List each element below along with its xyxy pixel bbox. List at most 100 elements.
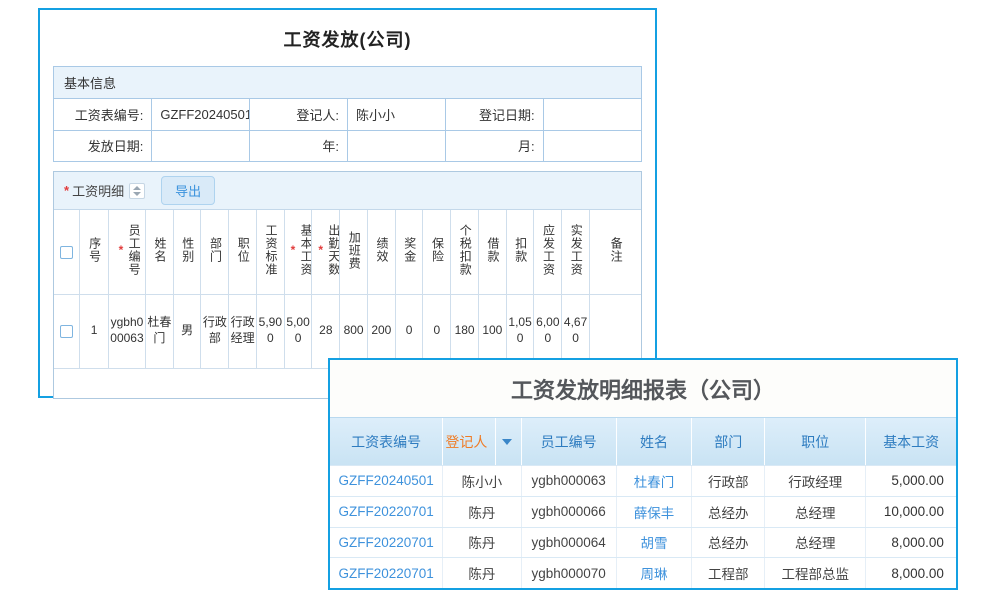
year-field[interactable] (347, 130, 445, 161)
payroll-no-field[interactable]: GZFF20240501 (152, 99, 250, 130)
col-salary-standard: 工资标准 (256, 210, 284, 294)
registrant-cell: 陈丹 (443, 497, 521, 527)
required-mark: * (313, 224, 326, 276)
position-cell: 工程部总监 (765, 558, 866, 588)
employee-name-link[interactable]: 胡雪 (617, 528, 693, 558)
report-row: GZFF20220701 陈丹 ygbh000070 周琳 工程部 工程部总监 … (330, 557, 956, 588)
report-col-name[interactable]: 姓名 (617, 418, 693, 465)
select-all-cell (54, 210, 80, 294)
emp-no-cell: ygbh000066 (522, 497, 617, 527)
register-date-label: 登记日期: (445, 99, 543, 130)
cell-dept: 行政部 (201, 294, 229, 368)
col-insurance: 保险 (423, 210, 451, 294)
report-col-dept[interactable]: 部门 (692, 418, 765, 465)
basic-info-panel: 基本信息 工资表编号: GZFF20240501 登记人: 陈小小 登记日期: … (53, 66, 642, 162)
col-position: 职位 (229, 210, 257, 294)
cell-seq: 1 (80, 294, 109, 368)
report-col-registrant[interactable]: 登记人 (443, 418, 521, 465)
detail-toolbar: * 工资明细 导出 (54, 172, 641, 210)
registrant-cell: 陈丹 (443, 528, 521, 558)
cell-performance: 200 (367, 294, 395, 368)
report-col-position[interactable]: 职位 (765, 418, 866, 465)
cell-tax-deduction: 180 (451, 294, 479, 368)
emp-no-cell: ygbh000063 (522, 466, 617, 496)
payroll-no-link[interactable]: GZFF20220701 (330, 497, 443, 527)
sort-icon[interactable] (129, 183, 145, 199)
base-salary-cell: 8,000.00 (866, 528, 956, 558)
sort-up-icon (133, 186, 141, 190)
cell-insurance: 0 (423, 294, 451, 368)
report-col-base-salary[interactable]: 基本工资 (866, 418, 956, 465)
basic-info-header: 基本信息 (54, 67, 641, 99)
salary-detail-table: 序号 *员工编号 姓名 性别 部门 职位 工资标准 *基本工资 *出勤天数 加班… (54, 210, 641, 369)
registrant-label: 登记人: (250, 99, 348, 130)
report-col-emp-no[interactable]: 员工编号 (522, 418, 617, 465)
payroll-no-label: 工资表编号: (54, 99, 152, 130)
col-tax-deduction: 个税扣款 (451, 210, 479, 294)
col-gender: 性别 (173, 210, 201, 294)
col-bonus: 奖金 (395, 210, 423, 294)
col-remark: 备注 (589, 210, 641, 294)
detail-section-label: 工资明细 (72, 181, 124, 200)
col-loan: 借款 (478, 210, 506, 294)
report-row: GZFF20220701 陈丹 ygbh000064 胡雪 总经办 总经理 8,… (330, 527, 956, 558)
position-cell: 总经理 (765, 528, 866, 558)
window2-title: 工资发放明细报表（公司） (330, 360, 956, 417)
report-row: GZFF20240501 陈小小 ygbh000063 杜春门 行政部 行政经理… (330, 465, 956, 496)
base-salary-cell: 5,000.00 (866, 466, 956, 496)
report-col-payroll-no[interactable]: 工资表编号 (330, 418, 443, 465)
base-salary-cell: 8,000.00 (866, 558, 956, 588)
select-all-checkbox[interactable] (60, 246, 73, 259)
col-seq: 序号 (80, 210, 109, 294)
export-button[interactable]: 导出 (161, 176, 215, 205)
report-body: GZFF20240501 陈小小 ygbh000063 杜春门 行政部 行政经理… (330, 465, 956, 588)
dept-cell: 总经办 (692, 528, 765, 558)
col-overtime-pay: 加班费 (340, 210, 368, 294)
cell-bonus: 0 (395, 294, 423, 368)
employee-name-link[interactable]: 杜春门 (617, 466, 693, 496)
dept-cell: 总经办 (692, 497, 765, 527)
registrant-field[interactable]: 陈小小 (347, 99, 445, 130)
cell-attendance-days: 28 (312, 294, 340, 368)
report-header-row: 工资表编号 登记人 员工编号 姓名 部门 职位 基本工资 (330, 417, 956, 465)
window1-title: 工资发放(公司) (40, 10, 655, 66)
page: 工资发放(公司) 基本信息 工资表编号: GZFF20240501 登记人: 陈… (0, 0, 1000, 600)
col-dept: 部门 (201, 210, 229, 294)
basic-info-table: 工资表编号: GZFF20240501 登记人: 陈小小 登记日期: 发放日期:… (54, 99, 641, 161)
cell-net-pay: 4,670 (562, 294, 590, 368)
position-cell: 总经理 (765, 497, 866, 527)
col-emp-no: *员工编号 (108, 210, 145, 294)
payroll-no-link[interactable]: GZFF20240501 (330, 466, 443, 496)
cell-overtime-pay: 800 (340, 294, 368, 368)
cell-remark (589, 294, 641, 368)
sort-down-icon (133, 192, 141, 196)
detail-data-row: 1 ygbh000063 杜春门 男 行政部 行政经理 5,900 5,000 … (54, 294, 641, 368)
col-attendance-days: *出勤天数 (312, 210, 340, 294)
registrant-header-label: 登记人 (445, 432, 487, 452)
form-row: 工资表编号: GZFF20240501 登记人: 陈小小 登记日期: (54, 99, 641, 130)
cell-loan: 100 (478, 294, 506, 368)
cell-deduction: 1,050 (506, 294, 534, 368)
row-checkbox[interactable] (60, 325, 73, 338)
payroll-no-link[interactable]: GZFF20220701 (330, 558, 443, 588)
employee-name-link[interactable]: 周琳 (617, 558, 693, 588)
issue-date-field[interactable] (152, 130, 250, 161)
month-label: 月: (445, 130, 543, 161)
emp-no-cell: ygbh000070 (522, 558, 617, 588)
month-field[interactable] (543, 130, 641, 161)
form-row: 发放日期: 年: 月: (54, 130, 641, 161)
required-mark: * (286, 224, 299, 276)
row-select-cell (54, 294, 80, 368)
salary-entry-window: 工资发放(公司) 基本信息 工资表编号: GZFF20240501 登记人: 陈… (38, 8, 657, 398)
employee-name-link[interactable]: 薛保丰 (617, 497, 693, 527)
year-label: 年: (250, 130, 348, 161)
col-performance: 绩效 (367, 210, 395, 294)
payroll-no-link[interactable]: GZFF20220701 (330, 528, 443, 558)
registrant-filter-dropdown[interactable] (495, 418, 518, 465)
emp-no-cell: ygbh000064 (522, 528, 617, 558)
cell-salary-standard: 5,900 (256, 294, 284, 368)
register-date-field[interactable] (543, 99, 641, 130)
cell-name: 杜春门 (145, 294, 173, 368)
col-deduction: 扣款 (506, 210, 534, 294)
position-cell: 行政经理 (765, 466, 866, 496)
